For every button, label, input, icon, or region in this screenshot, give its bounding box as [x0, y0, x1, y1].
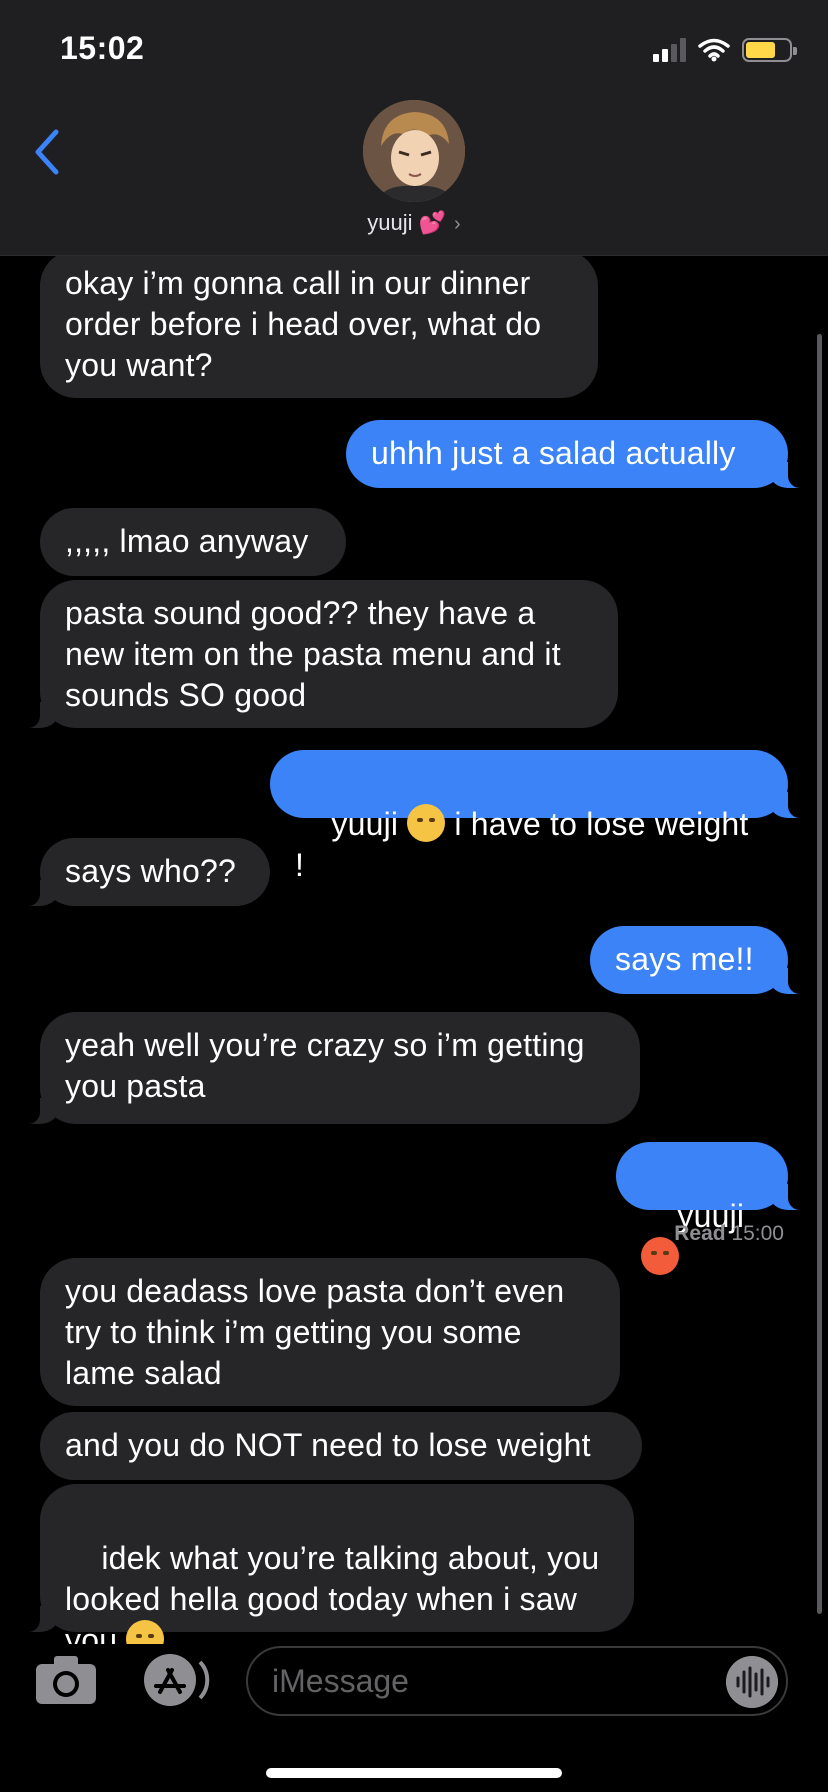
wifi-icon: [698, 38, 730, 62]
conversation-header: 15:02 yuuji 💕 ›: [0, 0, 828, 256]
avatar-portrait-icon: [363, 100, 465, 202]
app-store-icon[interactable]: [138, 1652, 210, 1708]
status-icons: [653, 34, 797, 66]
message-bubble-outgoing[interactable]: uhhh just a salad actually: [346, 420, 808, 488]
message-text: pasta sound good?? they have a new item …: [65, 595, 561, 713]
battery-icon: [742, 38, 797, 62]
read-receipt: Read 15:00: [674, 1222, 784, 1246]
message-text: yeah well you’re crazy so i’m getting yo…: [65, 1027, 585, 1104]
message-composer[interactable]: [246, 1646, 788, 1716]
contact-name-row[interactable]: yuuji 💕 ›: [0, 210, 828, 236]
message-text: okay i’m gonna call in our dinner order …: [65, 265, 542, 383]
message-input[interactable]: [272, 1656, 692, 1706]
message-thread[interactable]: okay i’m gonna call in our dinner order …: [0, 256, 828, 1644]
message-bubble-incoming[interactable]: pasta sound good?? they have a new item …: [20, 580, 618, 728]
message-bubble-incoming[interactable]: idek what you’re talking about, you look…: [20, 1484, 634, 1644]
message-bubble-incoming[interactable]: ,,,,, lmao anyway: [40, 508, 346, 576]
message-text: you deadass love pasta don’t even try to…: [65, 1273, 565, 1391]
message-bubble-outgoing[interactable]: says me!!: [590, 926, 808, 994]
message-text: and you do NOT need to lose weight: [65, 1427, 591, 1463]
thread-scrollbar[interactable]: [817, 334, 822, 1614]
camera-icon[interactable]: [34, 1652, 98, 1708]
message-bubble-outgoing[interactable]: yuuji: [616, 1142, 808, 1275]
message-bubble-incoming[interactable]: yeah well you’re crazy so i’m getting yo…: [20, 1012, 640, 1124]
read-label: Read: [674, 1222, 726, 1245]
message-bubble-incoming[interactable]: and you do NOT need to lose weight: [40, 1412, 642, 1480]
message-text: says me!!: [615, 941, 754, 977]
cellular-signal-icon: [653, 38, 686, 62]
message-text: uhhh just a salad actually: [371, 435, 736, 471]
home-indicator[interactable]: [266, 1768, 562, 1778]
back-chevron-icon[interactable]: [28, 124, 68, 180]
contact-details-chevron-icon: ›: [454, 213, 461, 235]
message-bubble-incoming[interactable]: you deadass love pasta don’t even try to…: [40, 1258, 620, 1406]
weary-face-emoji: [407, 804, 446, 842]
message-bubble-outgoing[interactable]: yuuji i have to lose weight !: [270, 750, 808, 883]
message-bubble-incoming[interactable]: says who??: [20, 838, 270, 906]
contact-avatar[interactable]: [363, 100, 465, 202]
message-text: ,,,,, lmao anyway: [65, 523, 309, 559]
drooling-face-emoji: [126, 1620, 165, 1644]
contact-name: yuuji 💕: [367, 210, 447, 235]
status-time: 15:02: [60, 30, 145, 66]
read-time: 15:00: [731, 1222, 784, 1245]
message-text: yuuji: [331, 806, 408, 842]
message-text: says who??: [65, 853, 236, 889]
message-bubble-incoming[interactable]: okay i’m gonna call in our dinner order …: [40, 256, 598, 398]
voice-message-icon[interactable]: [726, 1656, 778, 1708]
